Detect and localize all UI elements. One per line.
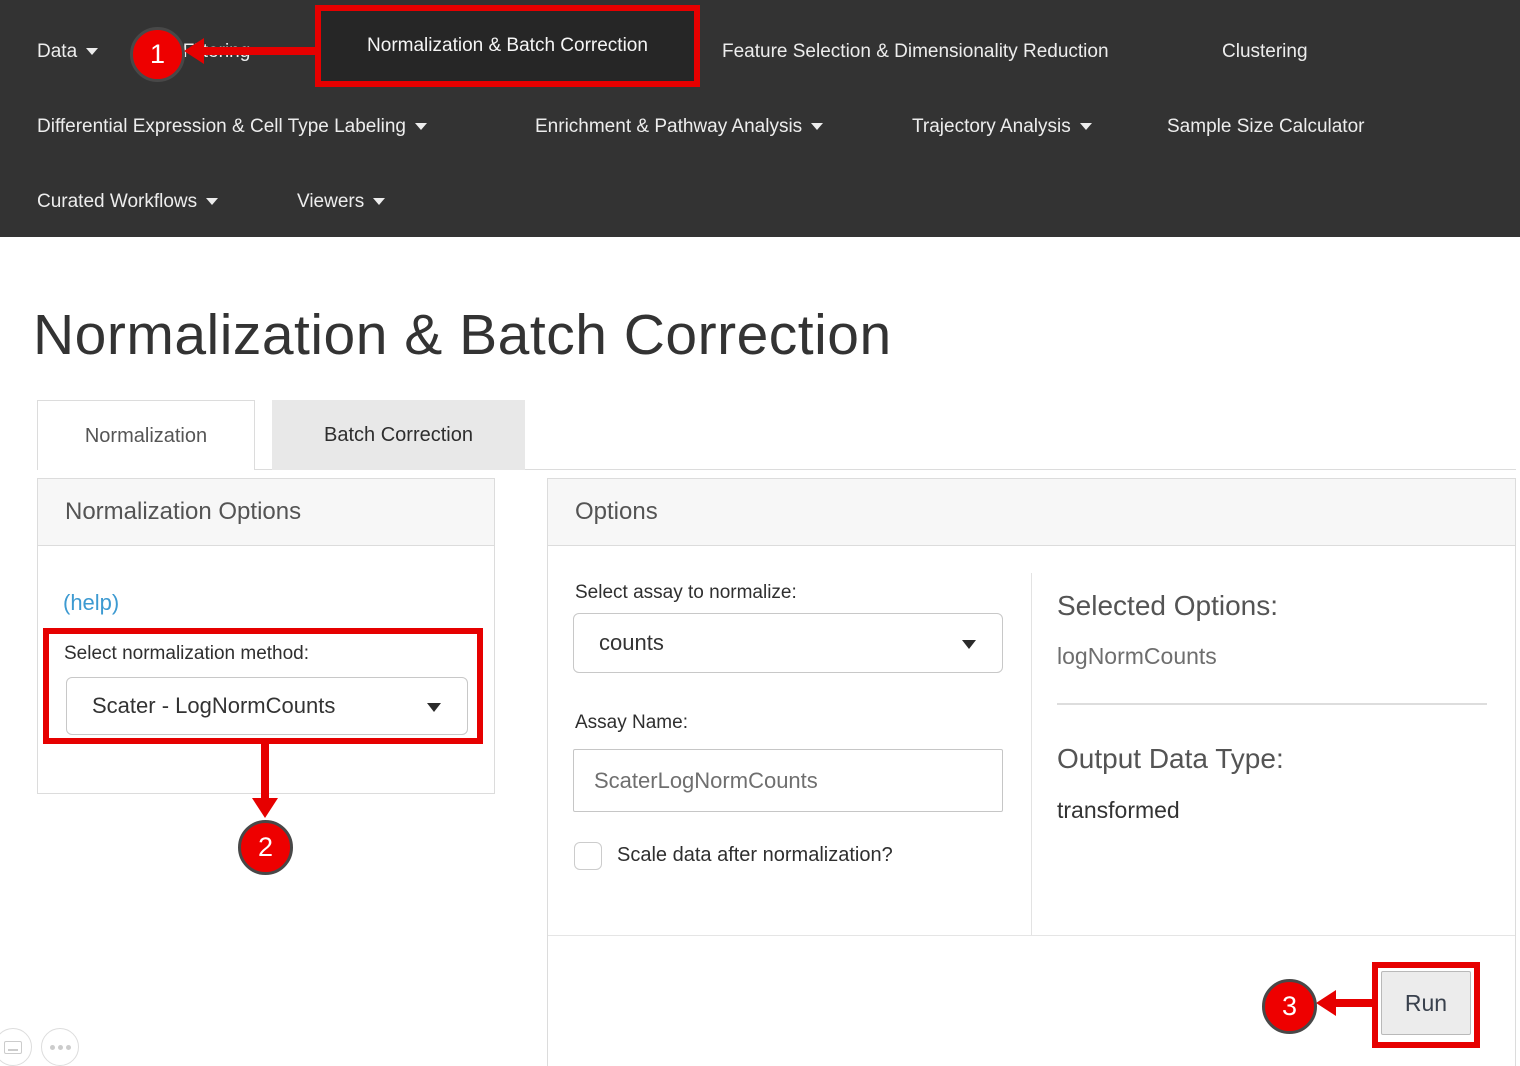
nav-item-curated-workflows[interactable]: Curated Workflows	[37, 183, 218, 221]
horizontal-divider	[1057, 703, 1487, 705]
nav-item-normalization-batch-correction[interactable]: Normalization & Batch Correction	[321, 11, 694, 81]
keyboard-icon	[4, 1041, 22, 1054]
tab-batch-correction[interactable]: Batch Correction	[272, 400, 525, 470]
selected-options-heading: Selected Options:	[1057, 590, 1278, 622]
nav-item-qc-filtering[interactable]: QC & Filtering	[131, 33, 250, 71]
caret-down-icon	[86, 48, 98, 55]
nav-item-label: Feature Selection & Dimensionality Reduc…	[722, 41, 1109, 62]
nav-item-differential-expression[interactable]: Differential Expression & Cell Type Labe…	[37, 108, 427, 146]
caret-down-icon	[415, 123, 427, 130]
assay-select-label: Select assay to normalize:	[575, 582, 797, 604]
nav-item-data[interactable]: Data	[37, 33, 98, 71]
nav-item-label: Sample Size Calculator	[1167, 116, 1364, 137]
nav-item-trajectory-analysis[interactable]: Trajectory Analysis	[912, 108, 1092, 146]
annotation-arrowhead-2	[252, 798, 278, 818]
help-link[interactable]: (help)	[63, 590, 119, 616]
tab-normalization[interactable]: Normalization	[37, 400, 255, 470]
nav-item-label: Viewers	[297, 191, 364, 212]
caret-down-icon	[373, 198, 385, 205]
assay-name-input[interactable]	[573, 749, 1003, 812]
scale-checkbox[interactable]	[574, 842, 602, 870]
scale-checkbox-label: Scale data after normalization?	[617, 844, 893, 867]
run-button[interactable]: Run	[1381, 971, 1471, 1035]
caret-down-icon	[962, 640, 976, 649]
nav-item-label: Differential Expression & Cell Type Labe…	[37, 116, 406, 137]
caret-down-icon	[1080, 123, 1092, 130]
normalization-options-panel: Normalization Options	[37, 478, 495, 794]
caret-down-icon	[206, 198, 218, 205]
nav-item-label: QC & Filtering	[131, 41, 250, 62]
nav-item-enrichment-pathway[interactable]: Enrichment & Pathway Analysis	[535, 108, 823, 146]
output-data-type-value: transformed	[1057, 797, 1180, 824]
normalization-method-label: Select normalization method:	[64, 643, 309, 665]
nav-item-label: Curated Workflows	[37, 191, 197, 212]
nav-item-clustering[interactable]: Clustering	[1222, 33, 1308, 71]
panel-footer-divider	[548, 935, 1515, 936]
tabs-underline	[37, 469, 1516, 470]
more-options-button[interactable]	[41, 1028, 79, 1066]
caret-down-icon	[427, 703, 441, 712]
keyboard-shortcuts-button[interactable]	[0, 1028, 32, 1066]
panel-header: Normalization Options	[38, 479, 494, 546]
vertical-divider	[1031, 573, 1032, 935]
output-data-type-heading: Output Data Type:	[1057, 743, 1284, 775]
panel-header: Options	[548, 479, 1515, 546]
app-window: Data QC & Filtering Normalization & Batc…	[0, 0, 1520, 1066]
nav-item-sample-size-calculator[interactable]: Sample Size Calculator	[1167, 108, 1364, 146]
normalization-method-select[interactable]: Scater - LogNormCounts	[66, 677, 468, 735]
nav-item-label: Data	[37, 41, 77, 62]
selected-options-value: logNormCounts	[1057, 643, 1217, 670]
annotation-circle-2: 2	[238, 820, 293, 875]
nav-item-feature-selection[interactable]: Feature Selection & Dimensionality Reduc…	[722, 33, 1109, 71]
assay-select[interactable]: counts	[573, 613, 1003, 673]
caret-down-icon	[811, 123, 823, 130]
select-value: counts	[599, 630, 664, 656]
select-value: Scater - LogNormCounts	[92, 693, 335, 719]
nav-item-label: Trajectory Analysis	[912, 116, 1071, 137]
ellipsis-icon	[42, 1029, 78, 1065]
nav-item-viewers[interactable]: Viewers	[297, 183, 385, 221]
page-title: Normalization & Batch Correction	[33, 302, 892, 368]
top-navbar: Data QC & Filtering Normalization & Batc…	[0, 0, 1520, 237]
nav-item-label: Clustering	[1222, 41, 1308, 62]
nav-item-label: Normalization & Batch Correction	[367, 35, 648, 56]
nav-item-label: Enrichment & Pathway Analysis	[535, 116, 802, 137]
assay-name-label: Assay Name:	[575, 712, 688, 734]
